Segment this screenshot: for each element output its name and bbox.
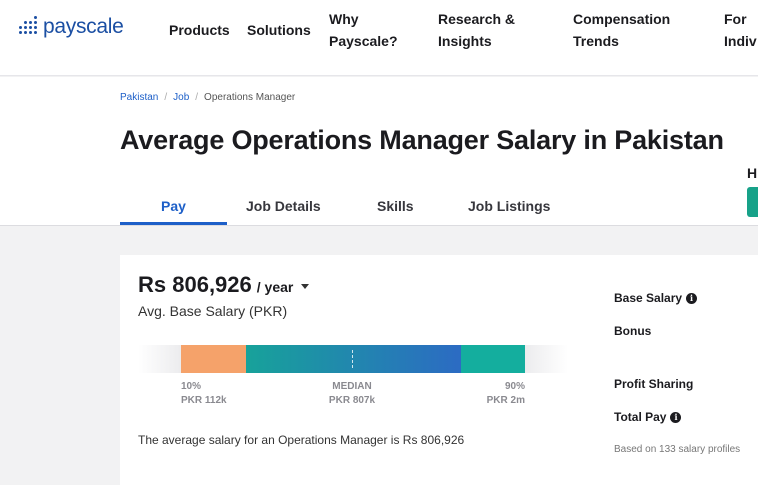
salary-card: Rs 806,926 / year Avg. Base Salary (PKR)…	[120, 255, 758, 485]
range-fade-right	[525, 345, 568, 373]
breadcrumb-current: Operations Manager	[204, 92, 296, 103]
base-salary-label: Base Salary i	[614, 291, 698, 305]
tab-job-details[interactable]: Job Details	[246, 198, 321, 214]
salary-headline: Rs 806,926 / year	[138, 272, 310, 298]
salary-label: Avg. Base Salary (PKR)	[138, 303, 288, 319]
nav-solutions[interactable]: Solutions	[247, 19, 311, 41]
info-icon[interactable]: i	[686, 292, 698, 304]
median-marker	[352, 350, 353, 368]
range-high-label: 90% PKR 2m	[486, 381, 525, 406]
tab-pay[interactable]: Pay	[161, 198, 186, 214]
profit-sharing-label: Profit Sharing	[614, 377, 694, 391]
payscale-logo-dots-icon	[18, 16, 40, 38]
payscale-logo[interactable]: payscale	[18, 15, 124, 39]
breadcrumb-separator: /	[195, 92, 199, 103]
tab-job-listings[interactable]: Job Listings	[468, 198, 550, 214]
active-tab-indicator	[120, 222, 227, 225]
range-low-label: 10% PKR 112k	[181, 381, 227, 406]
salary-range-bar	[138, 345, 568, 373]
side-panel-heading: H	[747, 165, 758, 181]
pay-period-select[interactable]: / year	[257, 279, 294, 295]
page-header: Pakistan / Job / Operations Manager Aver…	[0, 77, 758, 226]
salary-profiles-count: Based on 133 salary profiles	[614, 444, 741, 455]
range-high-segment	[461, 345, 525, 373]
nav-for-individuals[interactable]: For Indiv	[724, 8, 757, 52]
breadcrumb-separator: /	[164, 92, 168, 103]
range-low-segment	[181, 345, 246, 373]
total-pay-label: Total Pay i	[614, 410, 682, 424]
nav-research-insights[interactable]: Research & Insights	[438, 8, 515, 52]
chevron-down-icon[interactable]	[301, 284, 310, 289]
info-icon[interactable]: i	[670, 411, 682, 423]
nav-why-payscale[interactable]: Why Payscale?	[329, 8, 398, 52]
page-title: Average Operations Manager Salary in Pak…	[120, 125, 724, 155]
tab-skills[interactable]: Skills	[377, 198, 414, 214]
breadcrumb: Pakistan / Job / Operations Manager	[120, 92, 295, 103]
salary-value: Rs 806,926	[138, 272, 252, 297]
nav-compensation-trends[interactable]: Compensation Trends	[573, 8, 670, 52]
range-fade-left	[138, 345, 181, 373]
logo-text: payscale	[43, 15, 124, 38]
breadcrumb-country[interactable]: Pakistan	[120, 92, 158, 103]
top-navigation: payscale Products Solutions Why Payscale?…	[0, 0, 758, 76]
salary-summary: The average salary for an Operations Man…	[138, 433, 465, 447]
breadcrumb-job[interactable]: Job	[173, 92, 189, 103]
range-median-label: MEDIAN PKR 807k	[328, 381, 376, 406]
nav-products[interactable]: Products	[169, 19, 230, 41]
side-panel-button[interactable]	[747, 187, 758, 217]
range-mid-segment	[246, 345, 461, 373]
bonus-label: Bonus	[614, 324, 652, 338]
